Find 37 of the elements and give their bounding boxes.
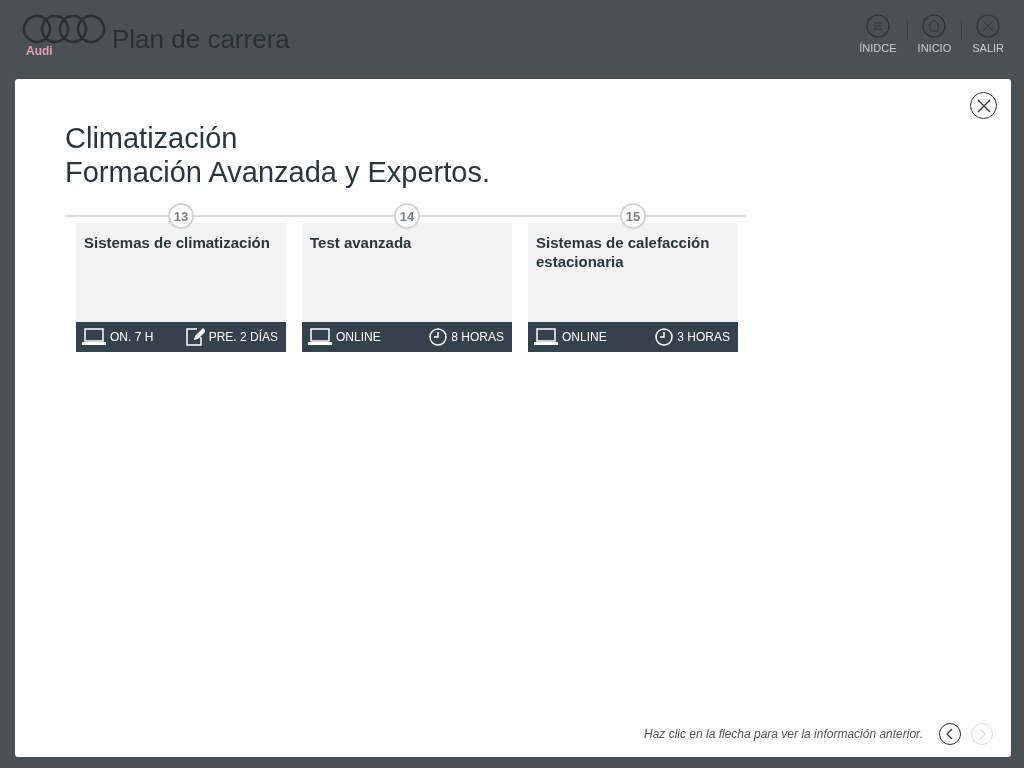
- course-card[interactable]: Sistemas de calefacción estacionaria ONLINE 3 HORAS: [528, 223, 738, 352]
- hint-text: Haz clic en la flecha para ver la información anterior.: [643, 727, 923, 741]
- home-icon: [922, 14, 947, 38]
- clock-icon: [655, 328, 674, 346]
- course-title: Sistemas de climatización: [83, 233, 271, 253]
- course-meta: ONLINE: [336, 330, 381, 344]
- edit-icon: [184, 327, 205, 347]
- course-title: Sistemas de calefacción estacionaria: [535, 233, 711, 272]
- laptop-icon: [534, 328, 558, 346]
- course-card[interactable]: Test avanzada ONLINE 8 HORAS: [302, 223, 512, 352]
- close-button[interactable]: [970, 92, 997, 119]
- modal-title: Formación Avanzada y Expertos.: [65, 155, 492, 189]
- laptop-icon: [82, 328, 106, 346]
- course-title: Test avanzada: [309, 233, 413, 253]
- course-meta: 8 HORAS: [451, 330, 504, 344]
- logo-text: Audi: [26, 44, 53, 58]
- previous-button[interactable]: [939, 723, 961, 745]
- course-meta: ON. 7 H: [110, 330, 154, 344]
- step-number: 15: [620, 203, 646, 229]
- laptop-icon: [308, 328, 332, 346]
- course-meta: 3 HORAS: [677, 330, 730, 344]
- course-card[interactable]: Sistemas de climatización ON. 7 H PRE. 2 DÍAS: [76, 223, 286, 352]
- step-number: 13: [168, 203, 194, 229]
- close-icon: [976, 14, 1001, 38]
- close-icon: [976, 98, 991, 113]
- index-button[interactable]: ÍNIDCE: [849, 14, 907, 54]
- modal-title: Climatización: [65, 121, 239, 155]
- step-number: 14: [394, 203, 420, 229]
- rings-logo-icon: [22, 14, 106, 44]
- course-meta: ONLINE: [562, 330, 607, 344]
- home-button[interactable]: INICIO: [907, 14, 962, 54]
- course-meta: PRE. 2 DÍAS: [208, 330, 278, 344]
- chevron-left-icon: [945, 728, 955, 740]
- chevron-right-icon: [977, 728, 987, 740]
- clock-icon: [429, 328, 448, 346]
- menu-icon: [865, 14, 890, 38]
- exit-button[interactable]: SALIR: [962, 14, 1014, 54]
